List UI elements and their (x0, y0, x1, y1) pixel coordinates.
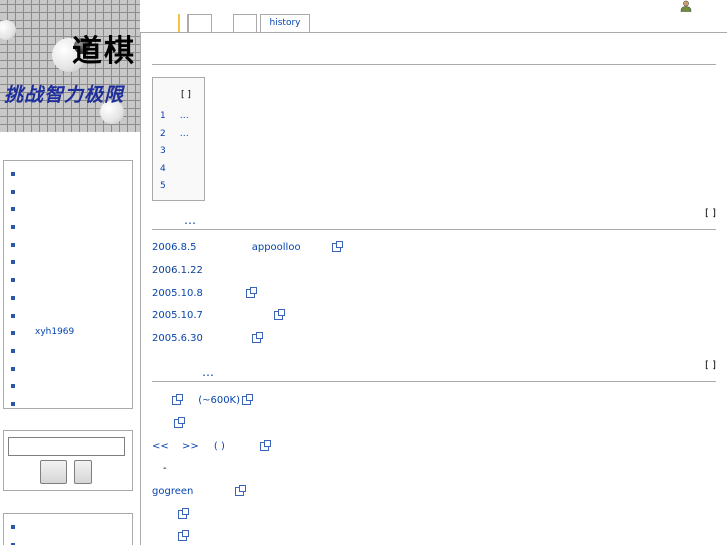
next-link[interactable]: >> (182, 441, 199, 452)
news-date[interactable]: 2006.8.5 (152, 242, 197, 253)
section-title: … (202, 365, 214, 379)
sidebar-item[interactable] (10, 165, 132, 183)
toolbox-item[interactable] (10, 536, 132, 545)
news-date[interactable]: 2005.6.30 (152, 333, 203, 344)
news-date[interactable]: 2005.10.7 (152, 310, 203, 321)
bullet-icon (11, 295, 15, 300)
logo-title: 道棋 (72, 34, 136, 69)
sidebar-toolbox (3, 513, 133, 545)
sidebar-item-xyh1969[interactable]: xyh1969 (10, 324, 132, 342)
resource-item: - (163, 463, 167, 474)
bullet-icon (11, 260, 15, 265)
toc-item[interactable]: 2… (160, 129, 189, 139)
bullet-icon (11, 313, 15, 318)
sidebar-item[interactable] (10, 183, 132, 201)
external-link-icon[interactable] (234, 484, 246, 496)
sidebar-item[interactable] (10, 307, 132, 325)
news-date: 2006.1.22 (152, 265, 203, 276)
gogreen-link[interactable]: gogreen (152, 486, 193, 497)
toc-item[interactable]: 5 (160, 181, 180, 191)
tab-discussion[interactable] (188, 14, 212, 33)
external-link-icon[interactable] (178, 507, 189, 519)
tab-edit[interactable] (233, 14, 257, 33)
user-icon[interactable] (680, 0, 692, 12)
tab-article[interactable] (178, 14, 188, 33)
fulltext-search-button[interactable] (74, 460, 92, 484)
toc-item[interactable]: 4 (160, 164, 180, 174)
external-link-icon[interactable] (331, 240, 343, 252)
paren-link[interactable]: ( ) (214, 441, 225, 452)
external-link-icon[interactable] (246, 286, 258, 298)
bullet-icon (11, 401, 15, 406)
tab-history[interactable]: history (260, 14, 310, 33)
bullet-icon (11, 242, 15, 247)
content-border (140, 32, 141, 545)
sidebar-item[interactable] (10, 377, 132, 395)
external-link-icon[interactable] (260, 439, 272, 451)
news-item: 2005.10.8 (152, 286, 258, 299)
external-link-icon[interactable] (178, 529, 189, 541)
toc-item[interactable]: 1… (160, 111, 189, 121)
bullet-icon (11, 207, 15, 212)
bullet-icon (11, 278, 15, 283)
bullet-icon (11, 525, 15, 529)
bullet-icon (11, 366, 15, 371)
resource-item: << >> ( ) (152, 439, 272, 452)
news-item: 2005.10.7 (152, 308, 286, 321)
dash-text: - (163, 463, 167, 474)
sidebar-item[interactable] (10, 236, 132, 254)
news-item: 2006.8.5 appoolloo (152, 240, 343, 253)
section-edit-link[interactable]: [ ] (705, 208, 716, 219)
search-input[interactable] (8, 437, 125, 456)
news-author-link[interactable]: appoolloo (252, 242, 301, 253)
sidebar-item[interactable] (10, 200, 132, 218)
bullet-icon (11, 225, 15, 230)
tabs-divider (140, 32, 727, 33)
section-title: … (184, 213, 196, 227)
bullet-icon (11, 348, 15, 353)
toolbox-item[interactable] (10, 518, 132, 536)
sidebar-item[interactable] (10, 395, 132, 413)
bullet-icon (11, 189, 15, 194)
sidebar-item[interactable] (10, 289, 132, 307)
resource-item (176, 529, 189, 542)
bullet-icon (11, 331, 15, 336)
page-title-divider (152, 64, 716, 65)
resources-section-heading: … [ ] (152, 360, 716, 382)
section-edit-link[interactable]: [ ] (705, 360, 716, 371)
sidebar-item[interactable] (10, 253, 132, 271)
white-stone-icon (0, 20, 16, 40)
resource-item: (~600K) (170, 393, 254, 406)
external-link-icon[interactable] (242, 393, 254, 405)
logo-motto: 挑战智力极限 (4, 84, 125, 106)
news-item: 2005.6.30 (152, 331, 264, 344)
prev-link[interactable]: << (152, 441, 169, 452)
toc-item[interactable]: 3 (160, 146, 180, 156)
sidebar-item[interactable] (10, 342, 132, 360)
download-size[interactable]: (~600K) (198, 395, 240, 406)
toc-title[interactable]: [ ] (181, 90, 191, 100)
resource-item (172, 416, 185, 429)
external-link-icon[interactable] (252, 331, 264, 343)
external-link-icon[interactable] (274, 308, 286, 320)
external-link-icon[interactable] (174, 416, 185, 428)
news-section-heading: … [ ] (152, 208, 716, 230)
resource-item (176, 507, 189, 520)
sidebar-item[interactable] (10, 360, 132, 378)
news-item: 2006.1.22 (152, 265, 203, 276)
sidebar-navigation: xyh1969 (3, 160, 133, 409)
bullet-icon (11, 384, 15, 389)
news-date[interactable]: 2005.10.8 (152, 288, 203, 299)
resource-item: gogreen (152, 484, 246, 497)
bullet-icon (11, 172, 15, 176)
sidebar-item[interactable] (10, 218, 132, 236)
sidebar-item[interactable] (10, 271, 132, 289)
external-link-icon[interactable] (172, 393, 183, 405)
go-button[interactable] (40, 460, 67, 484)
table-of-contents: [ ] 1… 2… 3 4 5 (152, 77, 205, 201)
search-box (3, 430, 133, 491)
site-logo[interactable]: 道棋 挑战智力极限 (0, 0, 140, 132)
